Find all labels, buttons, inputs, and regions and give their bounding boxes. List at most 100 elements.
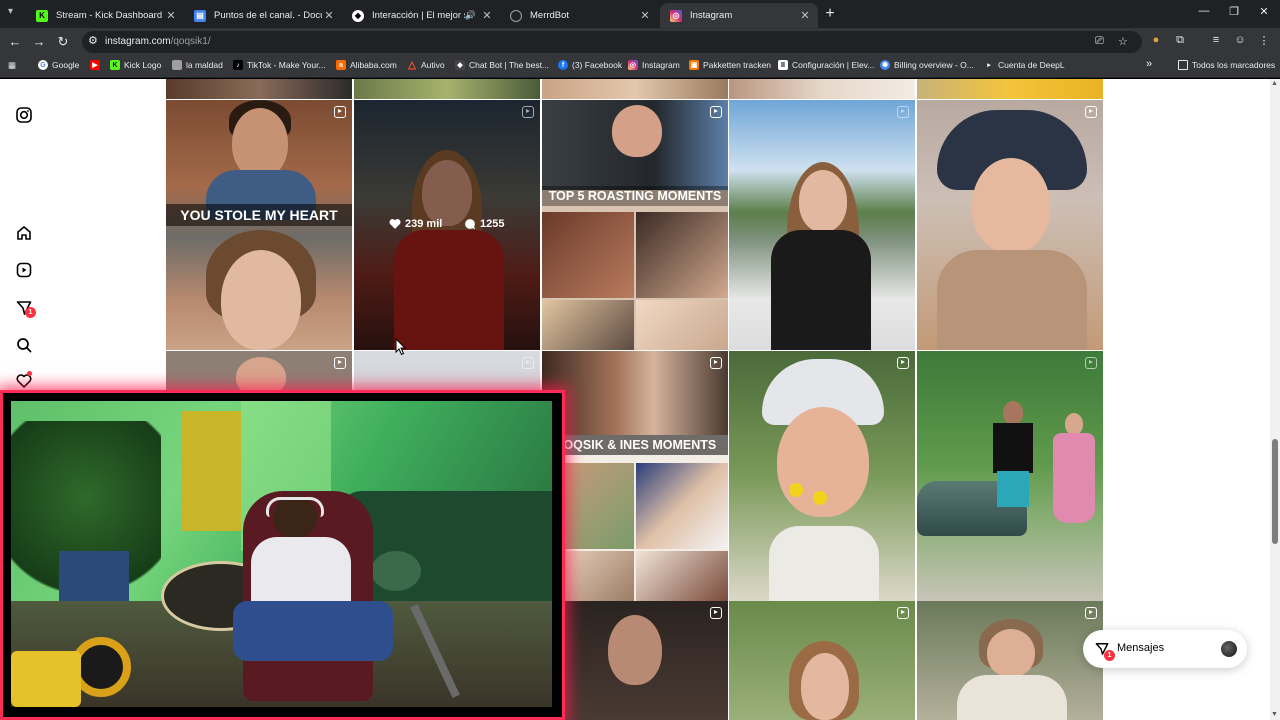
post-thumbnail[interactable]: [166, 79, 352, 99]
post-thumbnail[interactable]: [542, 601, 728, 720]
menu-kebab-icon[interactable]: ⋮: [1256, 34, 1272, 47]
close-tab-icon[interactable]: ✕: [164, 9, 178, 22]
bookmark-alibaba[interactable]: a Alibaba.com: [336, 60, 397, 70]
messages-button[interactable]: 1 Mensajes: [1083, 630, 1247, 668]
back-button[interactable]: ←: [6, 33, 24, 51]
person-face: [801, 653, 849, 720]
post-thumbnail[interactable]: [542, 79, 728, 99]
person-face: [799, 170, 847, 232]
reading-list-icon[interactable]: ≡: [1208, 34, 1224, 46]
webcam-overlay: [0, 390, 565, 720]
bookmark-pakketten[interactable]: ▣ Pakketten tracken: [689, 60, 771, 70]
post-thumbnail[interactable]: YOU STOLE MY HEART: [166, 100, 352, 350]
notifications-heart-icon[interactable]: [14, 371, 34, 391]
messages-icon[interactable]: 1: [14, 298, 36, 318]
image-icon: [172, 60, 182, 70]
instagram-logo-icon[interactable]: [14, 105, 34, 125]
tab-docs[interactable]: ▤ Puntos de el canal. - Documento ✕: [184, 3, 342, 28]
scroll-up-icon[interactable]: ▲: [1271, 80, 1278, 87]
person-face: [232, 108, 288, 178]
close-tab-icon[interactable]: ✕: [638, 9, 652, 22]
profile-avatar-icon[interactable]: ☺: [1232, 34, 1248, 46]
elevenlabs-icon: II: [778, 60, 788, 70]
post-caption: YOU STOLE MY HEART: [166, 204, 352, 226]
bookmark-label: Chat Bot | The best...: [469, 60, 550, 70]
reel-icon: [710, 106, 722, 118]
site-info-icon[interactable]: ⚙: [88, 34, 98, 47]
post-thumbnail[interactable]: [729, 351, 915, 601]
tab-merrdbot[interactable]: MerrdBot ✕: [500, 3, 658, 28]
post-thumbnail[interactable]: TOP 5 ROASTING MOMENTS: [542, 100, 728, 350]
person-face: [987, 629, 1035, 677]
likes-stat: 239 mil: [389, 218, 442, 230]
post-thumbnail[interactable]: [917, 79, 1103, 99]
bookmark-kick-logo[interactable]: K Kick Logo: [110, 60, 161, 70]
headphones: [266, 497, 324, 517]
bookmark-la-maldad[interactable]: la maldad: [172, 60, 223, 70]
restore-button[interactable]: ❐: [1224, 5, 1244, 18]
bookmark-chatbot[interactable]: ◆ Chat Bot | The best...: [455, 60, 549, 70]
scrollbar-thumb[interactable]: [1272, 439, 1278, 544]
bookmark-label: Billing overview - O...: [894, 60, 974, 70]
close-tab-icon[interactable]: ✕: [798, 9, 812, 22]
bookmark-facebook[interactable]: f (3) Facebook: [558, 60, 622, 70]
minimize-button[interactable]: —: [1194, 5, 1214, 17]
scroll-down-icon[interactable]: ▼: [1271, 711, 1278, 718]
close-tab-icon[interactable]: ✕: [480, 9, 494, 22]
blue-jeans: [233, 601, 393, 661]
bookmark-google[interactable]: G Google: [38, 60, 79, 70]
bookmark-label: Pakketten tracken: [703, 60, 772, 70]
bookmark-star-icon[interactable]: ☆: [1118, 35, 1128, 48]
close-window-button[interactable]: ✕: [1254, 5, 1274, 18]
facebook-icon: f: [558, 60, 568, 70]
messages-label: Mensajes: [1117, 642, 1165, 654]
bookmark-deepl[interactable]: ▸ Cuenta de DeepL: [984, 60, 1064, 70]
reel-icon: [897, 607, 909, 619]
bookmark-label: Kick Logo: [124, 60, 162, 70]
autivo-icon: △: [408, 59, 416, 71]
tab-kick-dashboard[interactable]: K Stream - Kick Dashboard ✕: [26, 3, 184, 28]
close-tab-icon[interactable]: ✕: [322, 9, 336, 22]
install-app-icon[interactable]: ⎚: [1095, 35, 1104, 48]
bookmark-youtube[interactable]: ▶: [90, 60, 104, 70]
bookmark-billing[interactable]: ✺ Billing overview - O...: [880, 60, 974, 70]
search-icon[interactable]: [14, 335, 34, 355]
bookmark-autivo[interactable]: △ Autivo: [407, 59, 445, 71]
likes-count: 239 mil: [405, 218, 443, 230]
address-bar[interactable]: ⚙ instagram.com/qoqsik1/ ⎚ ☆: [82, 31, 1142, 53]
post-thumbnail[interactable]: [729, 100, 915, 350]
page-scrollbar[interactable]: ▲ ▼: [1270, 79, 1280, 720]
photo-background: [542, 351, 728, 435]
post-thumbnail-hovered[interactable]: 239 mil 1255: [354, 100, 540, 350]
speaker-icon[interactable]: 🔊: [465, 10, 476, 21]
bookmark-elevenlabs[interactable]: II Configuración | Elev...: [778, 60, 874, 70]
bookmark-tiktok[interactable]: ♪ TikTok - Make Your...: [233, 60, 326, 70]
tab-instagram[interactable]: ◎ Instagram ✕: [660, 3, 818, 28]
post-thumbnail[interactable]: [729, 79, 915, 99]
reels-icon[interactable]: [14, 260, 34, 280]
bookmarks-overflow-icon[interactable]: »: [1146, 58, 1152, 70]
reload-button[interactable]: ↻: [54, 33, 72, 51]
black-top: [771, 230, 871, 350]
post-thumbnail[interactable]: [917, 351, 1103, 601]
post-thumbnail[interactable]: [917, 100, 1103, 350]
bookmark-label: Autivo: [421, 60, 445, 70]
tab-title: MerrdBot: [530, 10, 570, 21]
tab-search-icon[interactable]: ▾: [8, 6, 13, 17]
extension-icon[interactable]: ●: [1148, 34, 1164, 46]
bookmark-instagram[interactable]: ◎ Instagram: [628, 60, 680, 70]
comments-stat: 1255: [464, 218, 504, 230]
new-tab-button[interactable]: +: [822, 5, 838, 23]
post-thumbnail[interactable]: [917, 601, 1103, 720]
home-icon[interactable]: [14, 223, 34, 243]
tab-interaccion[interactable]: ◆ Interacción | El mejor softw 🔊 ✕: [342, 3, 500, 28]
person-face: [1065, 413, 1083, 435]
forward-button[interactable]: →: [30, 33, 48, 51]
all-bookmarks-folder[interactable]: Todos los marcadores: [1178, 60, 1275, 70]
post-thumbnail[interactable]: [354, 79, 540, 99]
post-thumbnail[interactable]: [729, 601, 915, 720]
extensions-puzzle-icon[interactable]: ⧉: [1172, 34, 1188, 47]
post-thumbnail[interactable]: QOQSIK & INES MOMENTS: [542, 351, 728, 601]
apps-grid-icon[interactable]: ▦: [8, 60, 16, 71]
reel-icon: [334, 106, 346, 118]
